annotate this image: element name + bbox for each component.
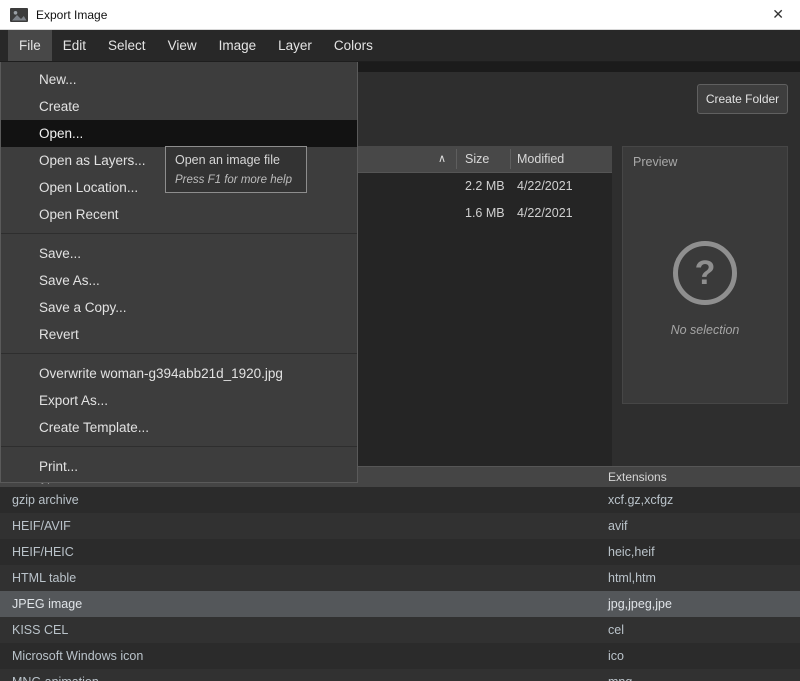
file-type-row-selected[interactable]: JPEG image jpg,jpeg,jpe [0,591,800,617]
menu-item-open-recent[interactable]: Open Recent [1,201,357,228]
menu-separator [1,348,357,360]
tooltip: Open an image file Press F1 for more hel… [165,146,307,193]
file-type-ext: heic,heif [608,539,655,565]
file-type-row[interactable]: HEIF/AVIF avif [0,513,800,539]
file-type-name: gzip archive [12,487,79,513]
preview-panel: Preview ? No selection [622,146,788,404]
file-type-row[interactable]: Microsoft Windows icon ico [0,643,800,669]
file-type-ext: jpg,jpeg,jpe [608,591,672,617]
file-type-ext: xcf.gz,xcfgz [608,487,673,513]
question-glyph: ? [695,254,716,293]
file-type-row[interactable]: MNG animation mng [0,669,800,681]
window-title: Export Image [36,8,107,22]
menu-item-save[interactable]: Save... [1,240,357,267]
question-mark-icon: ? [673,241,737,305]
menu-item-new[interactable]: New... [1,66,357,93]
sort-ascending-icon[interactable]: ∧ [438,146,446,172]
menu-view[interactable]: View [157,30,208,61]
menu-file[interactable]: File [8,30,52,61]
preview-empty-text: No selection [623,323,787,337]
file-type-row[interactable]: KISS CEL cel [0,617,800,643]
titlebar: Export Image ✕ [0,0,800,30]
menu-item-overwrite[interactable]: Overwrite woman-g394abb21d_1920.jpg [1,360,357,387]
menu-item-revert[interactable]: Revert [1,321,357,348]
menubar: File Edit Select View Image Layer Colors [0,30,800,62]
menu-layer[interactable]: Layer [267,30,323,61]
column-header-extensions[interactable]: Extensions [608,467,667,487]
file-size: 1.6 MB [465,200,505,227]
menu-image[interactable]: Image [208,30,268,61]
file-type-list: File Type Extensions gzip archive xcf.gz… [0,466,800,681]
menu-item-create[interactable]: Create [1,93,357,120]
file-type-name: KISS CEL [12,617,68,643]
tooltip-subtitle: Press F1 for more help [175,174,297,186]
menu-item-print[interactable]: Print... [1,453,357,480]
image-app-icon [10,8,28,22]
menu-colors[interactable]: Colors [323,30,384,61]
file-type-name: Microsoft Windows icon [12,643,143,669]
column-header-modified[interactable]: Modified [517,146,564,172]
file-type-name: HEIF/HEIC [12,539,74,565]
file-type-name: HEIF/AVIF [12,513,71,539]
file-modified: 4/22/2021 [517,200,573,227]
file-type-ext: html,htm [608,565,656,591]
menu-edit[interactable]: Edit [52,30,97,61]
file-type-name: MNG animation [12,669,99,681]
file-type-ext: avif [608,513,627,539]
menu-select[interactable]: Select [97,30,157,61]
create-folder-button[interactable]: Create Folder [697,84,788,114]
file-type-ext: mng [608,669,632,681]
menu-item-save-as[interactable]: Save As... [1,267,357,294]
column-header-size[interactable]: Size [465,146,489,172]
menu-item-open[interactable]: Open... [1,120,357,147]
menu-separator [1,441,357,453]
tooltip-title: Open an image file [175,153,297,167]
file-type-row[interactable]: gzip archive xcf.gz,xcfgz [0,487,800,513]
file-type-ext: ico [608,643,624,669]
menu-item-export-as[interactable]: Export As... [1,387,357,414]
file-type-row[interactable]: HTML table html,htm [0,565,800,591]
menu-item-save-a-copy[interactable]: Save a Copy... [1,294,357,321]
close-icon[interactable]: ✕ [766,6,790,23]
menu-separator [1,228,357,240]
menu-item-create-template[interactable]: Create Template... [1,414,357,441]
file-type-name: JPEG image [12,591,82,617]
file-type-row[interactable]: HEIF/HEIC heic,heif [0,539,800,565]
file-modified: 4/22/2021 [517,173,573,200]
file-type-name: HTML table [12,565,76,591]
preview-label: Preview [633,155,677,169]
file-menu-dropdown: New... Create Open... Open as Layers... … [0,62,358,483]
file-size: 2.2 MB [465,173,505,200]
file-type-ext: cel [608,617,624,643]
